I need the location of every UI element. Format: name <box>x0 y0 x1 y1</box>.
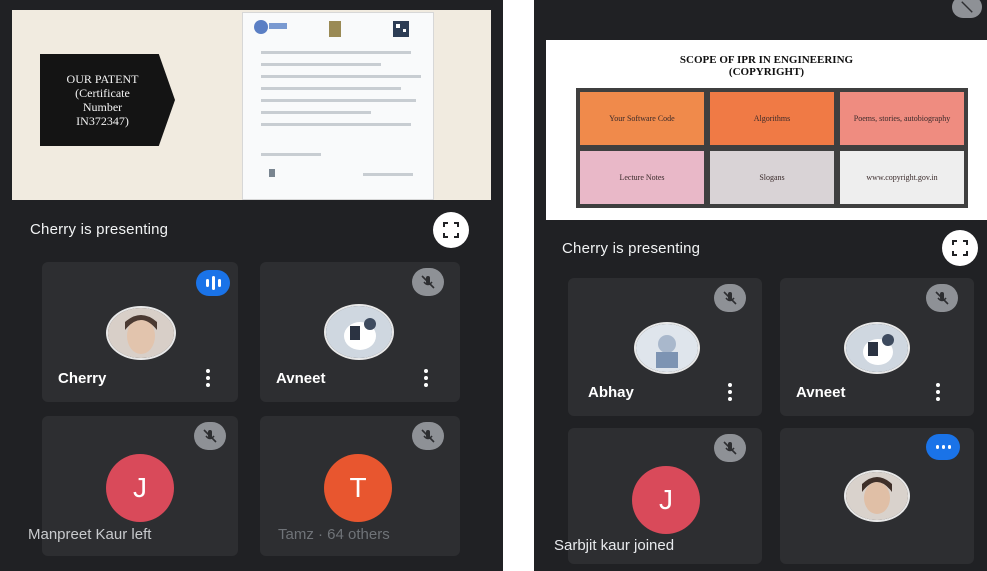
scope-cell: Your Software Code <box>580 92 704 145</box>
patent-line: (Certificate <box>75 86 130 100</box>
participant-tile-abhay[interactable]: Abhay <box>568 278 762 416</box>
avatar <box>106 306 176 360</box>
more-vert-icon[interactable] <box>930 382 946 402</box>
mic-off-icon <box>952 0 982 18</box>
scope-cell: www.copyright.gov.in <box>840 151 964 204</box>
mic-off-icon <box>714 434 746 462</box>
avatar-photo <box>846 472 908 520</box>
fullscreen-icon <box>443 222 459 238</box>
presenting-label: Cherry is presenting <box>30 221 169 238</box>
scope-cell: Poems, stories, autobiography <box>840 92 964 145</box>
participant-name: Cherry <box>58 370 107 387</box>
mic-off-icon <box>412 268 444 296</box>
avatar: J <box>632 466 700 534</box>
participant-tile-cherry[interactable]: Cherry <box>42 262 238 402</box>
more-vert-icon[interactable] <box>200 368 216 388</box>
avatar: T <box>324 454 392 522</box>
avatar-photo <box>636 324 698 372</box>
joined-notification: Sarbjit kaur joined <box>554 537 675 554</box>
fullscreen-button[interactable] <box>433 212 469 248</box>
certificate-graphic <box>254 20 421 177</box>
others-notification: Tamz · 64 others <box>278 526 390 543</box>
avatar <box>634 322 700 374</box>
avatar <box>844 322 910 374</box>
scope-cell: Lecture Notes <box>580 151 704 204</box>
scope-cell: Algorithms <box>710 92 834 145</box>
mic-off-icon <box>412 422 444 450</box>
patent-line: IN372347) <box>76 114 129 128</box>
participant-tile-avneet[interactable]: Avneet <box>260 262 460 402</box>
slide-subtitle-line: (COPYRIGHT) <box>728 66 805 78</box>
shared-screen: SCOPE OF IPR IN ENGINEERING (COPYRIGHT) … <box>546 40 987 220</box>
presenting-label: Cherry is presenting <box>562 240 701 257</box>
mic-off-icon <box>714 284 746 312</box>
left-notification: Manpreet Kaur left <box>28 526 152 543</box>
shared-screen: OUR PATENT (Certificate Number IN372347) <box>12 10 491 200</box>
avatar: J <box>106 454 174 522</box>
right-meeting-screenshot: SCOPE OF IPR IN ENGINEERING (COPYRIGHT) … <box>534 0 987 571</box>
avatar-photo <box>326 306 392 358</box>
patent-tag: OUR PATENT (Certificate Number IN372347) <box>40 54 175 146</box>
slide-title-line: SCOPE OF IPR IN ENGINEERING <box>679 54 854 66</box>
speaking-indicator-icon <box>926 434 960 460</box>
more-vert-icon[interactable] <box>418 368 434 388</box>
left-meeting-screenshot: OUR PATENT (Certificate Number IN372347) <box>0 0 503 571</box>
slide-title: SCOPE OF IPR IN ENGINEERING (COPYRIGHT) <box>546 54 987 78</box>
fullscreen-icon <box>952 240 968 256</box>
mic-off-icon <box>194 422 226 450</box>
participant-name: Avneet <box>796 384 846 401</box>
more-vert-icon[interactable] <box>722 382 738 402</box>
avatar <box>324 304 394 360</box>
participant-tile-avneet[interactable]: Avneet <box>780 278 974 416</box>
fullscreen-button[interactable] <box>942 230 978 266</box>
avatar <box>844 470 910 522</box>
participant-name: Abhay <box>588 384 634 401</box>
participant-tile-speaking[interactable] <box>780 428 974 564</box>
patent-certificate-image <box>242 12 434 200</box>
scope-cell: Slogans <box>710 151 834 204</box>
copyright-scope-grid: Your Software Code Algorithms Poems, sto… <box>576 88 968 208</box>
patent-line: OUR PATENT <box>66 72 139 86</box>
participant-name: Avneet <box>276 370 326 387</box>
speaking-indicator-icon <box>196 270 230 296</box>
avatar-photo <box>846 324 908 372</box>
mic-off-icon <box>926 284 958 312</box>
patent-line: Number <box>82 100 123 114</box>
avatar-photo <box>108 308 174 358</box>
